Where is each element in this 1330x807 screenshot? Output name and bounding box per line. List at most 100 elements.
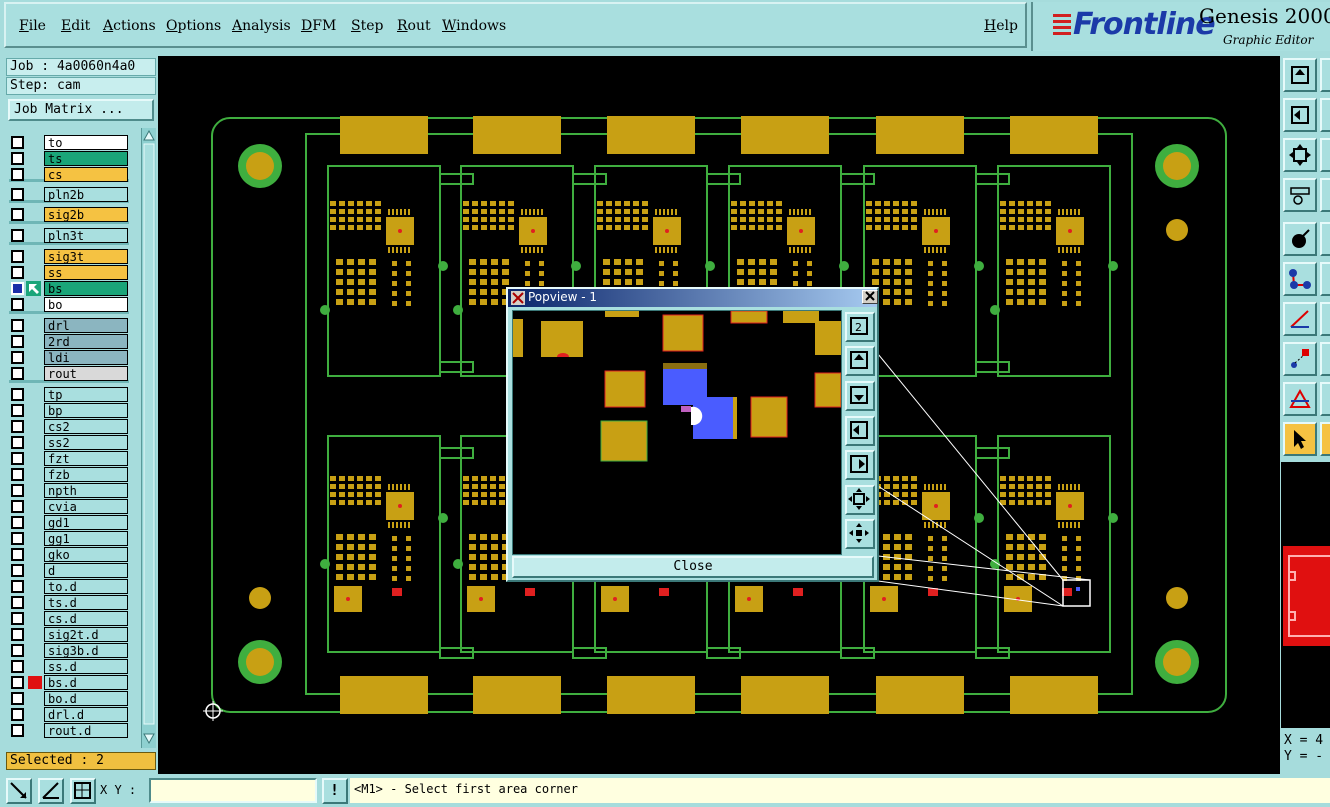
layer-name[interactable]: pln2b xyxy=(44,187,128,202)
layer-checkbox[interactable] xyxy=(11,452,24,465)
grid-mode-button[interactable] xyxy=(70,778,96,804)
menu-analysis[interactable]: Analysis xyxy=(232,18,291,34)
zoom-back-button[interactable] xyxy=(1283,98,1317,132)
layer-checkbox[interactable] xyxy=(11,208,24,221)
layer-name[interactable]: gd1 xyxy=(44,515,128,530)
measure-tool-button[interactable] xyxy=(1283,178,1317,212)
layer-name[interactable]: cvia xyxy=(44,499,128,514)
layer-name[interactable]: fzt xyxy=(44,451,128,466)
layer-list-scrollbar[interactable] xyxy=(141,128,156,748)
popview-zoom-fit-button[interactable] xyxy=(845,485,875,515)
layer-name[interactable]: tp xyxy=(44,387,128,402)
layer-name[interactable]: drl.d xyxy=(44,707,128,722)
menu-help[interactable]: Help xyxy=(984,18,1018,34)
layer-name[interactable]: sig2t.d xyxy=(44,627,128,642)
layer-checkbox[interactable] xyxy=(11,644,24,657)
menu-file[interactable]: File xyxy=(19,18,46,34)
layer-name[interactable]: ss.d xyxy=(44,659,128,674)
toolbar-stub-5[interactable] xyxy=(1320,222,1330,256)
layer-name[interactable]: d xyxy=(44,563,128,578)
move-feature-button[interactable] xyxy=(1283,342,1317,376)
layer-name[interactable]: rout xyxy=(44,366,128,381)
layer-checkbox[interactable] xyxy=(11,282,24,295)
layer-name[interactable]: sig3b.d xyxy=(44,643,128,658)
layer-checkbox[interactable] xyxy=(11,516,24,529)
menu-rout[interactable]: Rout xyxy=(397,18,431,34)
toolbar-stub-3[interactable] xyxy=(1320,138,1330,172)
layer-checkbox[interactable] xyxy=(11,612,24,625)
toolbar-stub-4[interactable] xyxy=(1320,178,1330,212)
menu-dfm[interactable]: DFM xyxy=(301,18,336,34)
toolbar-stub-10[interactable] xyxy=(1320,422,1330,456)
snap-mode-button[interactable] xyxy=(6,778,32,804)
layer-checkbox[interactable] xyxy=(11,708,24,721)
layer-name[interactable]: bp xyxy=(44,403,128,418)
layer-name[interactable]: bo xyxy=(44,297,128,312)
layer-checkbox[interactable] xyxy=(11,548,24,561)
layer-checkbox[interactable] xyxy=(11,168,24,181)
toolbar-stub-8[interactable] xyxy=(1320,342,1330,376)
popview-pan-up-button[interactable] xyxy=(845,346,875,376)
popview-close-button[interactable]: Close xyxy=(512,556,874,578)
layer-checkbox[interactable] xyxy=(11,298,24,311)
layer-name[interactable]: ts xyxy=(44,151,128,166)
layer-checkbox[interactable] xyxy=(11,136,24,149)
layer-name[interactable]: npth xyxy=(44,483,128,498)
layer-name[interactable]: sig2b xyxy=(44,207,128,222)
xy-coordinate-input[interactable] xyxy=(149,778,317,803)
layer-checkbox[interactable] xyxy=(11,532,24,545)
layer-name[interactable]: drl xyxy=(44,318,128,333)
menu-actions[interactable]: Actions xyxy=(103,18,156,34)
layer-checkbox[interactable] xyxy=(11,724,24,737)
angle-mode-button[interactable] xyxy=(38,778,64,804)
layer-checkbox[interactable] xyxy=(11,660,24,673)
layer-name[interactable]: pln3t xyxy=(44,228,128,243)
layer-checkbox[interactable] xyxy=(11,351,24,364)
layer-checkbox[interactable] xyxy=(11,404,24,417)
toolbar-stub-2[interactable] xyxy=(1320,98,1330,132)
menu-options[interactable]: Options xyxy=(166,18,221,34)
layer-checkbox[interactable] xyxy=(11,250,24,263)
add-line-button[interactable] xyxy=(1283,302,1317,336)
layer-name[interactable]: bs xyxy=(44,281,128,296)
layer-name[interactable]: ts.d xyxy=(44,595,128,610)
layer-checkbox[interactable] xyxy=(11,319,24,332)
layer-checkbox[interactable] xyxy=(11,596,24,609)
layer-name[interactable]: fzb xyxy=(44,467,128,482)
layer-name[interactable]: bs.d xyxy=(44,675,128,690)
layer-checkbox[interactable] xyxy=(11,436,24,449)
layer-checkbox[interactable] xyxy=(11,335,24,348)
popview-zoom-in-button[interactable]: 2 xyxy=(845,312,875,342)
toolbar-stub-7[interactable] xyxy=(1320,302,1330,336)
popview-pan-right-button[interactable] xyxy=(845,450,875,480)
layer-checkbox[interactable] xyxy=(11,628,24,641)
popview-title-bar[interactable]: Popview - 1 xyxy=(508,289,878,307)
toolbar-stub-9[interactable] xyxy=(1320,382,1330,416)
layer-checkbox[interactable] xyxy=(11,468,24,481)
layer-name[interactable]: cs xyxy=(44,167,128,182)
layer-checkbox[interactable] xyxy=(11,266,24,279)
layer-name[interactable]: ldi xyxy=(44,350,128,365)
layer-checkbox[interactable] xyxy=(11,484,24,497)
select-pointer-button[interactable] xyxy=(1283,422,1317,456)
layer-name[interactable]: to xyxy=(44,135,128,150)
zoom-fit-button[interactable] xyxy=(1283,138,1317,172)
layer-name[interactable]: cs2 xyxy=(44,419,128,434)
layer-name[interactable]: 2rd xyxy=(44,334,128,349)
net-connect-button[interactable] xyxy=(1283,262,1317,296)
layer-name[interactable]: to.d xyxy=(44,579,128,594)
layer-checkbox[interactable] xyxy=(11,676,24,689)
message-alert-button[interactable]: ! xyxy=(322,778,348,804)
layer-checkbox[interactable] xyxy=(11,564,24,577)
layer-checkbox[interactable] xyxy=(11,692,24,705)
layer-checkbox[interactable] xyxy=(11,420,24,433)
toolbar-stub-1[interactable] xyxy=(1320,58,1330,92)
menu-edit[interactable]: Edit xyxy=(61,18,90,34)
layer-name[interactable]: ss2 xyxy=(44,435,128,450)
layer-name[interactable]: ss xyxy=(44,265,128,280)
layer-checkbox[interactable] xyxy=(11,580,24,593)
toolbar-stub-6[interactable] xyxy=(1320,262,1330,296)
menu-step[interactable]: Step xyxy=(351,18,383,34)
zoom-home-button[interactable] xyxy=(1283,58,1317,92)
popview-zoom-area[interactable] xyxy=(512,310,842,555)
